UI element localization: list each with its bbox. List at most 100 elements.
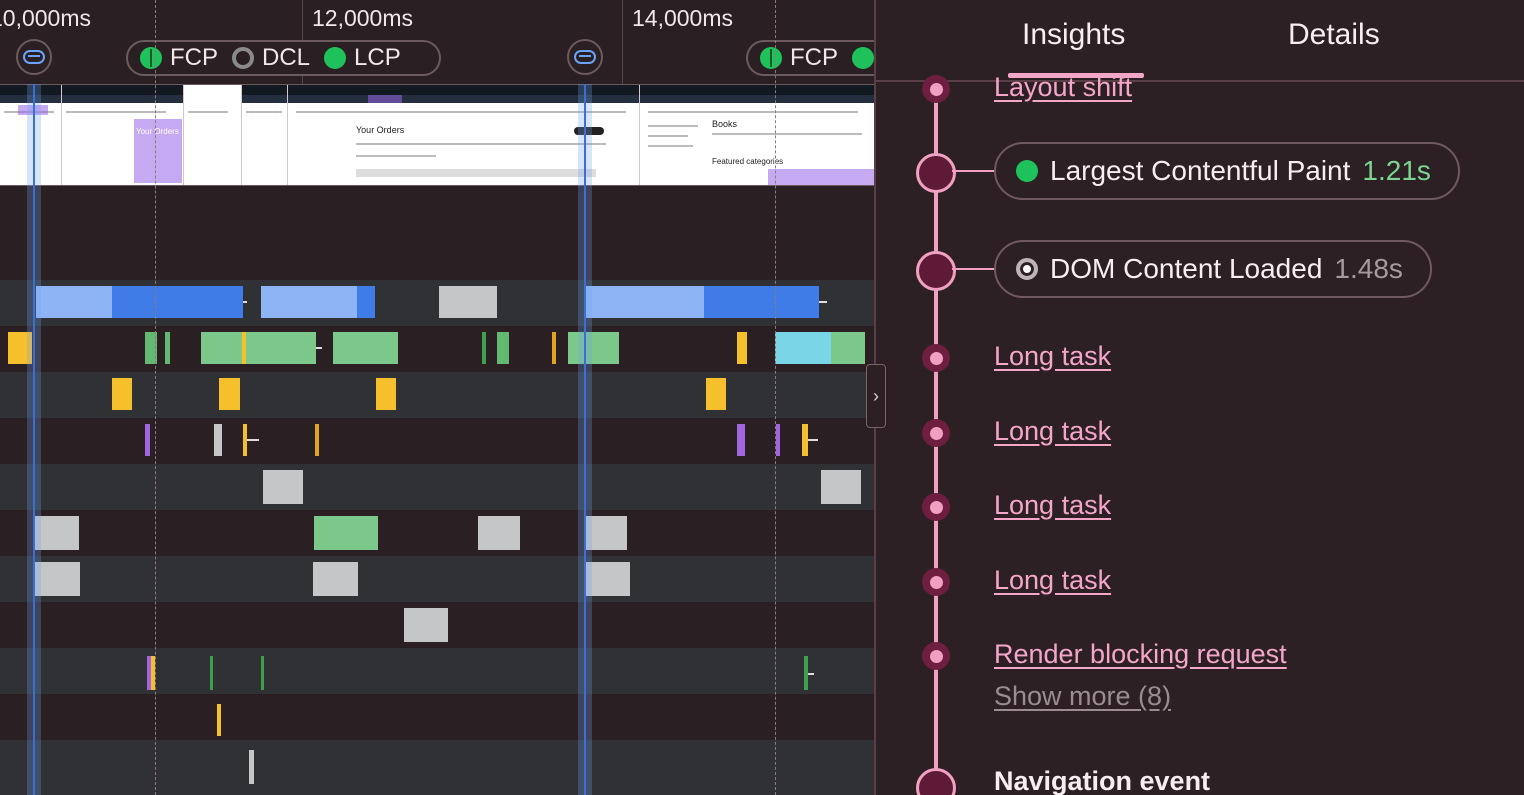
- insight-long-task-link[interactable]: Long task: [994, 416, 1111, 447]
- collapse-sidebar-button[interactable]: ›: [866, 364, 886, 428]
- paint-task-bar[interactable]: [568, 332, 619, 364]
- dcl-value: 1.48s: [1334, 253, 1403, 284]
- lcp-marker-icon: [852, 47, 874, 69]
- node-connector: [952, 268, 994, 270]
- node-connector: [952, 170, 994, 172]
- insight-long-task-link[interactable]: Long task: [994, 565, 1111, 596]
- idle-task-bar[interactable]: [313, 562, 358, 596]
- dcl-status-icon: [1016, 258, 1038, 280]
- timeline-panel[interactable]: 10,000ms 12,000ms 14,000ms FCP DCL LCP F…: [0, 0, 874, 795]
- paint-task-bar[interactable]: [165, 332, 170, 364]
- track-row: [0, 186, 874, 280]
- task-sliver[interactable]: [145, 424, 150, 456]
- fcp-label: FCP: [790, 44, 838, 71]
- navigation-link-icon: [23, 50, 45, 64]
- lcp-value: 1.21s: [1362, 155, 1431, 186]
- tab-details[interactable]: Details: [1288, 18, 1380, 52]
- milestone-dashed-line: [775, 0, 776, 795]
- task-sliver[interactable]: [249, 750, 254, 784]
- timeline-node: [916, 153, 956, 193]
- timeline-node: [916, 251, 956, 291]
- task-sliver[interactable]: [315, 424, 319, 456]
- script-task-bar[interactable]: [219, 378, 240, 410]
- timeline-node: [922, 344, 950, 372]
- insights-sidebar: Insights Details Layout shift Largest Co…: [874, 0, 1524, 795]
- task-sliver[interactable]: [210, 656, 213, 690]
- network-request-bar[interactable]: [584, 286, 704, 318]
- track-row: [0, 510, 874, 556]
- page-milestones-pill[interactable]: FCP: [746, 40, 874, 76]
- navigation-marker[interactable]: [567, 39, 603, 75]
- lcp-label: LCP: [354, 44, 401, 71]
- your-orders-text: Your Orders: [136, 127, 179, 136]
- paint-task-bar[interactable]: [497, 332, 509, 364]
- navigation-link-icon: [574, 50, 596, 64]
- page-milestones-pill[interactable]: FCP DCL LCP: [126, 40, 441, 76]
- insight-layout-shift-link[interactable]: Layout shift: [994, 72, 1132, 103]
- lcp-marker-icon: [324, 47, 347, 69]
- milestone-dashed-line: [155, 0, 156, 795]
- timeline-node: [922, 493, 950, 521]
- script-task-bar[interactable]: [706, 378, 726, 410]
- fcp-marker-icon: [760, 47, 782, 69]
- track-row: [0, 648, 874, 694]
- timeline-node: [922, 568, 950, 596]
- gridline: [622, 0, 623, 84]
- insight-long-task-link[interactable]: Long task: [994, 490, 1111, 521]
- paint-task-bar[interactable]: [831, 332, 865, 364]
- sidebar-tabs: Insights Details: [876, 0, 1524, 82]
- your-orders-title: Your Orders: [356, 125, 405, 135]
- render-task-bar[interactable]: [775, 332, 831, 364]
- navigation-marker[interactable]: [16, 39, 52, 75]
- dcl-label: DOM Content Loaded: [1050, 253, 1323, 284]
- network-request-bar[interactable]: [439, 286, 497, 318]
- paint-task-bar[interactable]: [201, 332, 316, 364]
- network-request-bar[interactable]: [112, 286, 243, 318]
- screenshot-frame[interactable]: Your Orders: [62, 85, 184, 185]
- idle-task-bar[interactable]: [478, 516, 520, 550]
- chevron-right-icon: ›: [873, 385, 879, 406]
- paint-task-bar[interactable]: [482, 332, 486, 364]
- network-request-bar[interactable]: [357, 286, 375, 318]
- insight-long-task-link[interactable]: Long task: [994, 341, 1111, 372]
- track-row: [0, 556, 874, 602]
- script-task-bar[interactable]: [737, 332, 747, 364]
- task-sliver[interactable]: [261, 656, 264, 690]
- screenshot-frame[interactable]: [242, 85, 288, 185]
- insight-render-blocking-link[interactable]: Render blocking request: [994, 639, 1287, 670]
- script-task-bar[interactable]: [552, 332, 556, 364]
- tab-insights[interactable]: Insights: [1022, 18, 1125, 52]
- featured-categories-text: Featured categories: [712, 157, 784, 166]
- idle-task-bar[interactable]: [404, 608, 448, 642]
- network-request-bar[interactable]: [36, 286, 112, 318]
- navigation-line: [584, 84, 586, 795]
- task-sliver[interactable]: [217, 704, 221, 736]
- time-tick-label: 10,000ms: [0, 5, 92, 31]
- idle-task-bar[interactable]: [821, 470, 861, 504]
- task-sliver[interactable]: [737, 424, 745, 456]
- dcl-pill[interactable]: DOM Content Loaded 1.48s: [994, 240, 1432, 298]
- screenshot-frame[interactable]: [184, 85, 242, 185]
- task-sliver[interactable]: [776, 424, 780, 456]
- script-task-bar[interactable]: [242, 332, 246, 364]
- screenshot-filmstrip[interactable]: Your Orders Your Orders Books Featured c…: [0, 84, 874, 186]
- paint-task-bar[interactable]: [333, 332, 398, 364]
- dcl-marker-icon: [232, 47, 254, 69]
- track-row: [0, 464, 874, 510]
- fcp-label: FCP: [170, 44, 218, 71]
- network-request-bar[interactable]: [704, 286, 819, 318]
- script-task-bar[interactable]: [112, 378, 132, 410]
- task-sliver[interactable]: [214, 424, 222, 456]
- timeline-node: [922, 419, 950, 447]
- paint-task-bar[interactable]: [314, 516, 378, 550]
- time-tick-label: 14,000ms: [632, 5, 734, 31]
- lcp-pill[interactable]: Largest Contentful Paint 1.21s: [994, 142, 1460, 200]
- script-task-bar[interactable]: [376, 378, 396, 410]
- idle-task-bar[interactable]: [263, 470, 303, 504]
- screenshot-frame[interactable]: Books Featured categories: [640, 85, 874, 185]
- track-row: [0, 694, 874, 740]
- timeline-node: [916, 768, 956, 795]
- track-row: [0, 740, 874, 795]
- dcl-label: DCL: [262, 44, 311, 71]
- show-more-link[interactable]: Show more (8): [994, 681, 1171, 712]
